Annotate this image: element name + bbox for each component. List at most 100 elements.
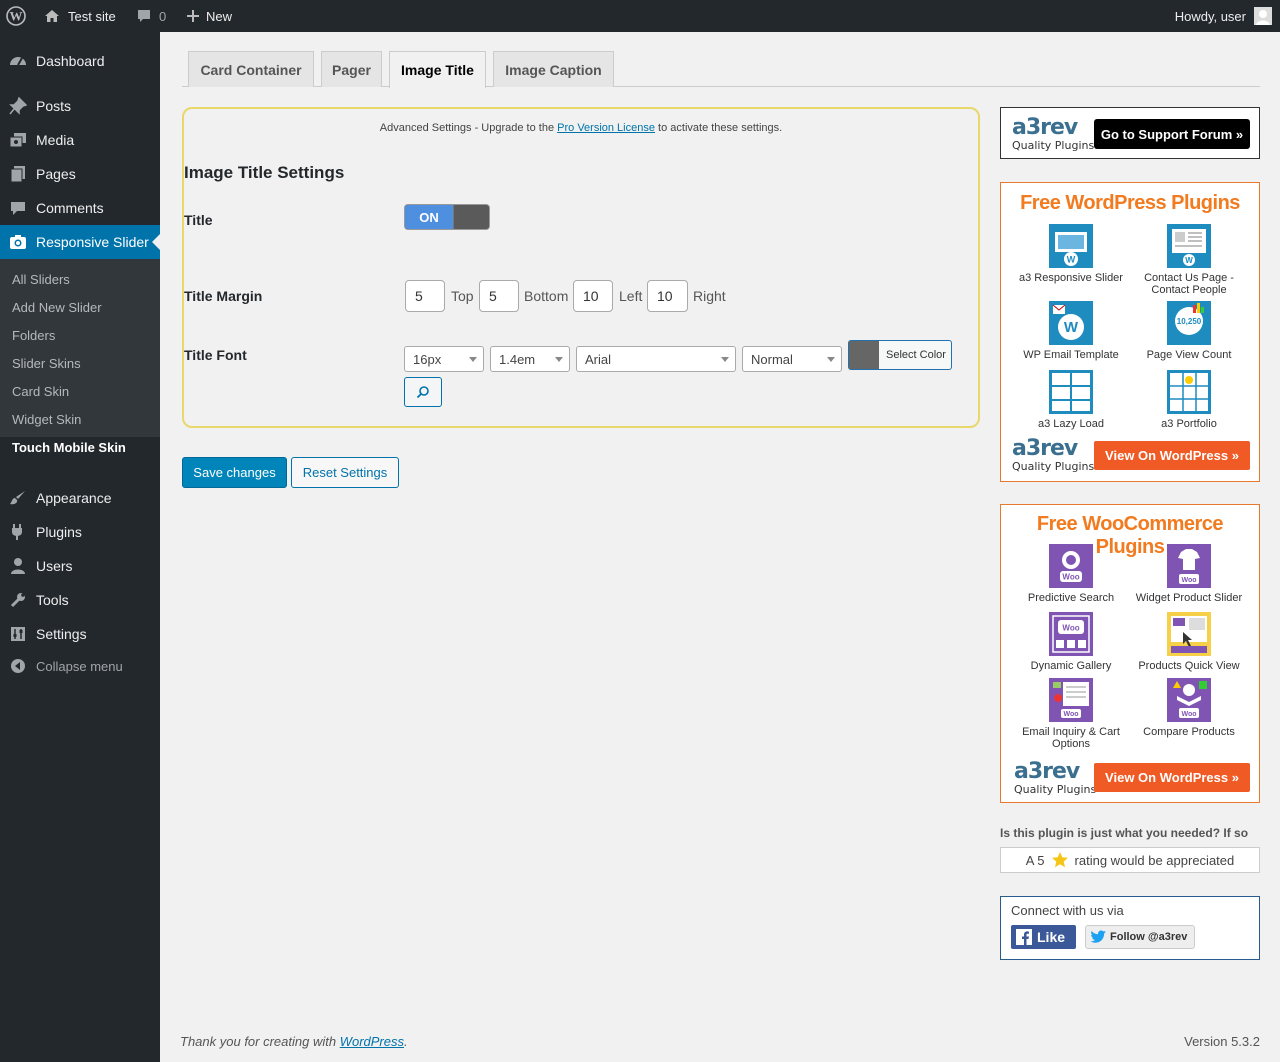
margin-right-input[interactable]: 10 [647, 280, 688, 312]
reset-settings-button[interactable]: Reset Settings [291, 457, 399, 488]
menu-responsive-slider[interactable]: Responsive Slider [0, 225, 160, 259]
comments-link[interactable]: 0 [136, 0, 166, 32]
rating-link[interactable]: A 5 rating would be appreciated [1000, 847, 1260, 873]
footer-thanks-suffix: . [404, 1034, 408, 1049]
tab-pager[interactable]: Pager [321, 51, 382, 87]
dashboard-icon [0, 52, 36, 70]
plugin-name: a3 Responsive Slider [1019, 272, 1123, 284]
new-content-link[interactable]: New [186, 0, 232, 32]
plugin-page-view-count[interactable]: 10,250 Page View Count [1129, 301, 1249, 361]
font-style-select[interactable]: Normal [742, 346, 842, 372]
svg-text:10,250: 10,250 [1177, 317, 1202, 326]
menu-media[interactable]: Media [0, 123, 160, 157]
wordpress-logo-icon[interactable]: W [6, 0, 28, 32]
upgrade-notice: Advanced Settings - Upgrade to the Pro V… [184, 122, 978, 134]
wp-plugins-title: Free WordPress Plugins [1020, 192, 1240, 214]
title-label: Title [184, 212, 213, 228]
menu-label: Plugins [36, 524, 82, 540]
collapse-label: Collapse menu [36, 658, 123, 674]
plugin-name: Email Inquiry & Cart Options [1022, 726, 1120, 750]
plugin-widget-product-slider[interactable]: Woo Widget Product Slider [1129, 544, 1249, 604]
menu-label: Dashboard [36, 53, 105, 69]
plugin-compare-products[interactable]: Woo Compare Products [1129, 678, 1249, 738]
toggle-knob [453, 205, 489, 229]
plugin-icon: W [1049, 301, 1093, 345]
comments-count: 0 [159, 8, 167, 24]
submenu-all-sliders[interactable]: All Sliders [12, 272, 70, 287]
plugin-a3-lazy-load[interactable]: a3 Lazy Load [1011, 370, 1131, 430]
title-margin-label: Title Margin [184, 288, 263, 304]
comment-icon [138, 10, 150, 22]
menu-plugins[interactable]: Plugins [0, 515, 160, 549]
font-family-select[interactable]: Arial [576, 346, 736, 372]
plugin-products-quick-view[interactable]: Products Quick View [1129, 612, 1249, 672]
menu-appearance[interactable]: Appearance [0, 481, 160, 515]
plugin-email-inquiry[interactable]: Woo Email Inquiry & Cart Options [1011, 678, 1131, 750]
plugin-predictive-search[interactable]: Woo Predictive Search [1011, 544, 1131, 604]
collapse-menu-button[interactable]: Collapse menu [0, 649, 160, 683]
plugin-a3-responsive-slider[interactable]: W a3 Responsive Slider [1011, 224, 1131, 284]
site-name-link[interactable]: Test site [44, 0, 116, 32]
chevron-down-icon [827, 357, 835, 366]
plugin-name: Compare Products [1143, 726, 1235, 738]
twitter-follow-button[interactable]: Follow @a3rev [1085, 925, 1195, 949]
admin-sidebar: Dashboard Posts Media Pages Comments Res… [0, 32, 160, 1062]
facebook-like-button[interactable]: Like [1011, 925, 1076, 949]
title-toggle[interactable]: ON [404, 204, 490, 230]
margin-left-input[interactable]: 10 [573, 280, 613, 312]
submenu-add-new-slider[interactable]: Add New Slider [12, 300, 102, 315]
plugin-name: WP Email Template [1023, 349, 1119, 361]
logo-text: a3rev [1012, 436, 1078, 461]
submenu-slider-skins[interactable]: Slider Skins [12, 356, 81, 371]
account-menu[interactable]: Howdy, user [1175, 0, 1272, 32]
wordpress-link[interactable]: WordPress [340, 1034, 404, 1049]
color-picker-label: Select Color [886, 349, 946, 361]
camera-icon [0, 233, 36, 251]
logo-tagline: Quality Plugins [1014, 783, 1097, 796]
tab-image-title[interactable]: Image Title [389, 51, 486, 88]
footer-thanks: Thank you for creating with WordPress. [180, 1034, 408, 1049]
plugin-dynamic-gallery[interactable]: Woo Dynamic Gallery [1011, 612, 1131, 672]
connect-label: Connect with us via [1011, 903, 1124, 918]
save-changes-button[interactable]: Save changes [182, 457, 287, 488]
plugin-icon: W [1167, 224, 1211, 268]
menu-users[interactable]: Users [0, 549, 160, 583]
plugin-icon: 10,250 [1167, 301, 1211, 345]
menu-pages[interactable]: Pages [0, 157, 160, 191]
pro-version-license-link[interactable]: Pro Version License [557, 122, 655, 134]
plugin-icon: W [1049, 224, 1093, 268]
menu-settings[interactable]: Settings [0, 617, 160, 651]
submenu-touch-mobile-skin[interactable]: Touch Mobile Skin [12, 440, 126, 455]
submenu-folders[interactable]: Folders [12, 328, 55, 343]
a3rev-logo: a3rev Quality Plugins [1014, 761, 1096, 796]
margin-top-input[interactable]: 5 [405, 280, 445, 312]
menu-tools[interactable]: Tools [0, 583, 160, 617]
comment-icon [0, 199, 36, 217]
svg-text:Woo: Woo [1181, 711, 1196, 718]
font-size-select[interactable]: 16px [404, 346, 484, 372]
submenu-card-skin[interactable]: Card Skin [12, 384, 69, 399]
plugin-wp-email-template[interactable]: W WP Email Template [1011, 301, 1131, 361]
margin-bottom-input[interactable]: 5 [479, 280, 519, 312]
tab-image-caption[interactable]: Image Caption [493, 51, 614, 87]
plugin-contact-us-page[interactable]: W Contact Us Page - Contact People [1129, 224, 1249, 296]
svg-text:W: W [1067, 255, 1076, 265]
menu-posts[interactable]: Posts [0, 89, 160, 123]
plugin-icon [1167, 612, 1211, 656]
footer-version: Version 5.3.2 [1184, 1034, 1260, 1049]
plugin-a3-portfolio[interactable]: a3 Portfolio [1129, 370, 1249, 430]
tab-card-container[interactable]: Card Container [188, 51, 314, 87]
view-on-wordpress-button[interactable]: View On WordPress » [1094, 441, 1250, 470]
svg-text:Woo: Woo [1181, 577, 1196, 584]
plugin-name: a3 Lazy Load [1037, 418, 1105, 430]
admin-bar: W Test site 0 New Howdy, user [0, 0, 1280, 32]
submenu-widget-skin[interactable]: Widget Skin [12, 412, 81, 427]
menu-comments[interactable]: Comments [0, 191, 160, 225]
line-height-select[interactable]: 1.4em [490, 346, 570, 372]
font-preview-button[interactable] [404, 377, 442, 407]
support-forum-button[interactable]: Go to Support Forum » [1094, 119, 1250, 149]
rating-prefix: A 5 [1025, 852, 1045, 868]
color-picker-button[interactable]: Select Color [848, 340, 952, 370]
view-on-wordpress-button[interactable]: View On WordPress » [1094, 763, 1250, 792]
menu-dashboard[interactable]: Dashboard [0, 44, 160, 78]
